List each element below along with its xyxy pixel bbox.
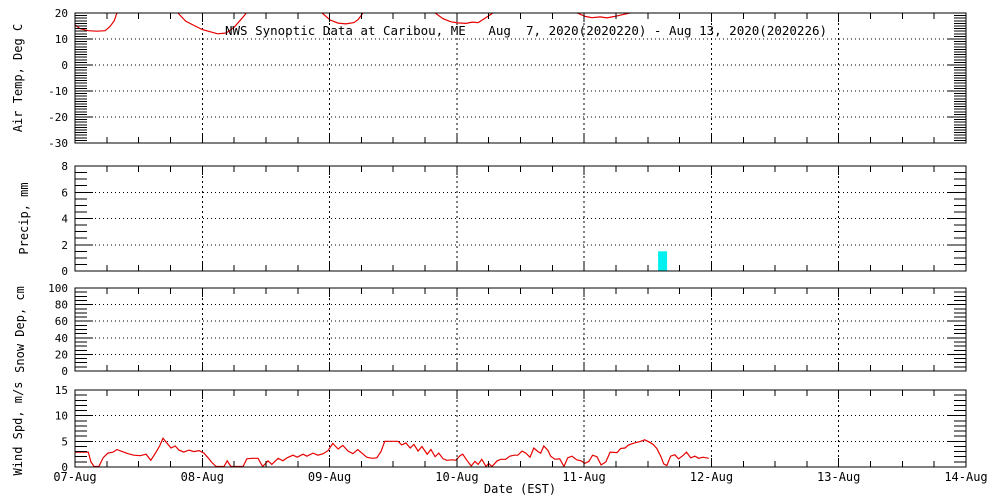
h-gridlines <box>75 191 966 246</box>
y-tick-label: 60 <box>55 315 68 328</box>
chart-title: NWS Synoptic Data at Caribou, ME Aug 7, … <box>225 23 827 38</box>
y-tick-label: 2 <box>61 239 68 252</box>
y-axis-title-air-temp: Air Temp, Deg C <box>11 24 25 132</box>
x-axis-title: Date (EST) <box>484 482 556 496</box>
y-tick-label: 20 <box>55 7 68 20</box>
y-tick-label: 0 <box>61 265 68 278</box>
x-tick-label: 08-Aug <box>181 470 224 484</box>
y-tick-label: 80 <box>55 299 68 312</box>
y-tick-label: 5 <box>61 435 68 448</box>
panel-border <box>74 165 967 272</box>
y-tick-label: 0 <box>61 365 68 378</box>
panel-snow-depth: 0 20 40 60 80 100 <box>48 282 967 378</box>
plot-panels: -30-20-10010200246802040608010005101507-… <box>48 7 988 484</box>
y-tick-label: 10 <box>55 410 68 423</box>
panel-precip: 0 2 4 6 8 <box>61 160 967 278</box>
y-tick-label: 15 <box>55 384 68 397</box>
y-tick-label: 8 <box>61 160 68 173</box>
panel-border <box>74 287 967 372</box>
x-tick-label: 10-Aug <box>435 470 478 484</box>
x-tick-label: 11-Aug <box>562 470 605 484</box>
y-tick-label: 4 <box>61 213 68 226</box>
v-gridlines <box>201 288 840 371</box>
x-tick-label: 13-Aug <box>817 470 860 484</box>
panel-border <box>74 389 967 468</box>
ticks <box>75 389 966 468</box>
y-tick-label: -20 <box>48 111 68 124</box>
h-gridlines <box>75 38 966 118</box>
h-gridlines <box>75 304 966 355</box>
x-tick-label: 12-Aug <box>690 470 733 484</box>
synoptic-plot-figure: -30 -20 -10 0 10 20 0 2 4 6 8 0 20 40 60 80 100 0 5 10 15 07-… <box>0 0 1000 500</box>
y-tick-label: 20 <box>55 348 68 361</box>
y-tick-label: -30 <box>48 137 68 150</box>
y-axis-title-snow-depth: Snow Dep, cm <box>13 286 27 373</box>
x-tick-label: 14-Aug <box>944 470 987 484</box>
x-tick-label: 07-Aug <box>53 470 96 484</box>
y-tick-label: 10 <box>55 33 68 46</box>
y-tick-label: 6 <box>61 186 68 199</box>
ticks <box>75 287 966 372</box>
precip-bar <box>658 251 668 271</box>
y-tick-label: 40 <box>55 332 68 345</box>
y-axis-title-precip: Precip, mm <box>17 182 31 254</box>
h-gridlines <box>75 415 966 442</box>
y-tick-label: 0 <box>61 59 68 72</box>
y-tick-label: -10 <box>48 85 68 98</box>
x-tick-label: 09-Aug <box>308 470 351 484</box>
chart-canvas: -30-20-10010200246802040608010005101507-… <box>11 7 988 496</box>
panel-wind-speed: 051015 <box>55 384 967 474</box>
y-tick-label: 100 <box>48 282 68 295</box>
ticks <box>75 165 966 272</box>
y-axis-title-wind-speed: Wind Spd, m/s <box>11 382 25 476</box>
v-gridlines <box>201 390 840 467</box>
